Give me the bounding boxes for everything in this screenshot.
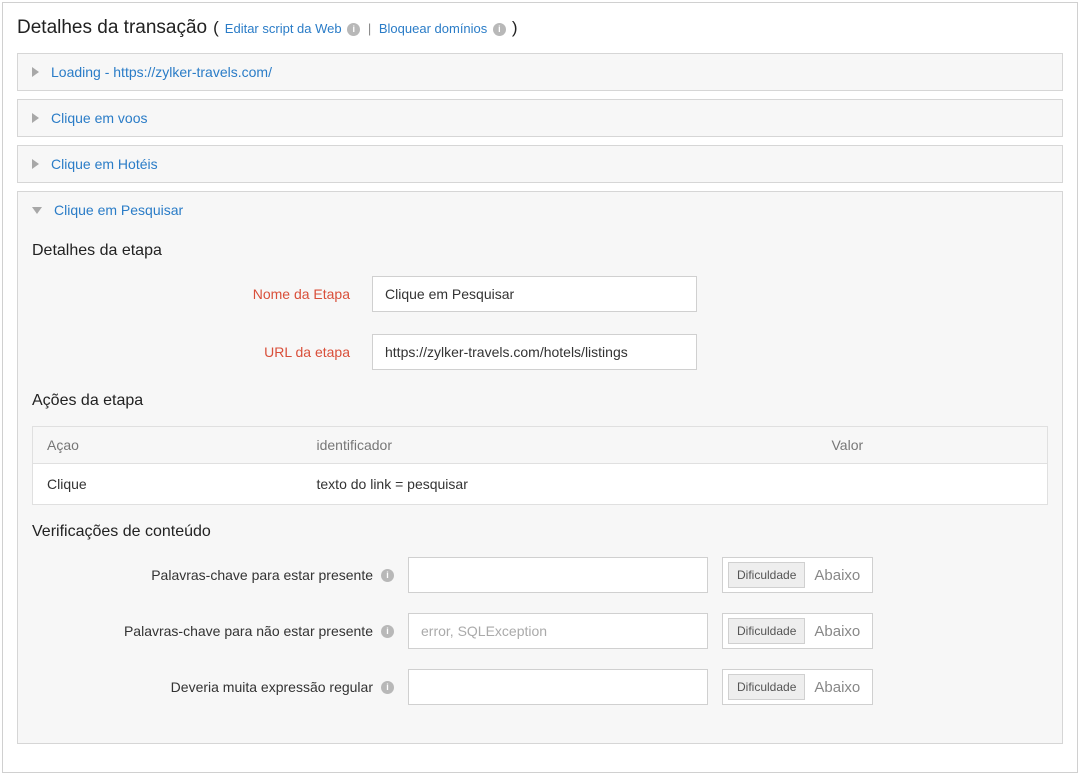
step-title: Clique em voos [51, 110, 148, 126]
keywords-present-input[interactable] [408, 557, 708, 593]
difficulty-group: Dificuldade Abaixo [722, 557, 873, 593]
step-title: Clique em Pesquisar [54, 202, 183, 218]
below-text: Abaixo [810, 567, 872, 584]
step-body: Detalhes da etapa Nome da Etapa URL da e… [18, 228, 1062, 743]
step-item: Clique em Hotéis [17, 145, 1063, 183]
action-cell: Clique [33, 464, 303, 505]
step-header[interactable]: Clique em Hotéis [18, 146, 1062, 182]
block-domains-link[interactable]: Bloquear domínios [379, 21, 487, 36]
step-url-label: URL da etapa [32, 344, 372, 360]
step-title: Loading - https://zylker-travels.com/ [51, 64, 272, 80]
keywords-present-row: Palavras-chave para estar presente i Dif… [32, 557, 1048, 593]
step-details-heading: Detalhes da etapa [32, 242, 1048, 260]
chevron-right-icon [32, 159, 39, 169]
page-title: Detalhes da transação [17, 17, 207, 39]
keywords-present-label: Palavras-chave para estar presente i [32, 567, 394, 583]
step-url-row: URL da etapa [32, 334, 1048, 370]
step-item: Clique em voos [17, 99, 1063, 137]
step-item: Loading - https://zylker-travels.com/ [17, 53, 1063, 91]
info-icon[interactable]: i [493, 23, 506, 36]
step-header[interactable]: Clique em Pesquisar [18, 192, 1062, 228]
step-title: Clique em Hotéis [51, 156, 158, 172]
content-verifications-heading: Verificações de conteúdo [32, 523, 1048, 541]
edit-web-script-link[interactable]: Editar script da Web [225, 21, 342, 36]
step-name-label: Nome da Etapa [32, 286, 372, 302]
step-name-input[interactable] [372, 276, 697, 312]
keywords-not-present-row: Palavras-chave para não estar presente i… [32, 613, 1048, 649]
step-name-row: Nome da Etapa [32, 276, 1048, 312]
info-icon[interactable]: i [381, 569, 394, 582]
actions-table: Açao identificador Valor Clique texto do… [32, 426, 1048, 505]
difficulty-button[interactable]: Dificuldade [728, 562, 805, 588]
below-text: Abaixo [810, 679, 872, 696]
below-text: Abaixo [810, 623, 872, 640]
info-icon[interactable]: i [347, 23, 360, 36]
difficulty-button[interactable]: Dificuldade [728, 618, 805, 644]
difficulty-group: Dificuldade Abaixo [722, 613, 873, 649]
info-icon[interactable]: i [381, 625, 394, 638]
regex-label: Deveria muita expressão regular i [32, 679, 394, 695]
step-item-expanded: Clique em Pesquisar Detalhes da etapa No… [17, 191, 1063, 744]
table-row[interactable]: Clique texto do link = pesquisar [33, 464, 1048, 505]
col-identifier-header: identificador [303, 427, 818, 464]
col-value-header: Valor [818, 427, 1048, 464]
difficulty-button[interactable]: Dificuldade [728, 674, 805, 700]
col-action-header: Açao [33, 427, 303, 464]
step-header[interactable]: Clique em voos [18, 100, 1062, 136]
steps-accordion: Loading - https://zylker-travels.com/ Cl… [17, 53, 1063, 744]
identifier-cell: texto do link = pesquisar [303, 464, 818, 505]
chevron-down-icon [32, 207, 42, 214]
step-url-input[interactable] [372, 334, 697, 370]
keywords-not-present-label: Palavras-chave para não estar presente i [32, 623, 394, 639]
page-header: Detalhes da transação ( Editar script da… [17, 17, 1063, 39]
step-header[interactable]: Loading - https://zylker-travels.com/ [18, 54, 1062, 90]
info-icon[interactable]: i [381, 681, 394, 694]
chevron-right-icon [32, 67, 39, 77]
chevron-right-icon [32, 113, 39, 123]
value-cell [818, 464, 1048, 505]
keywords-not-present-input[interactable] [408, 613, 708, 649]
step-actions-heading: Ações da etapa [32, 392, 1048, 410]
